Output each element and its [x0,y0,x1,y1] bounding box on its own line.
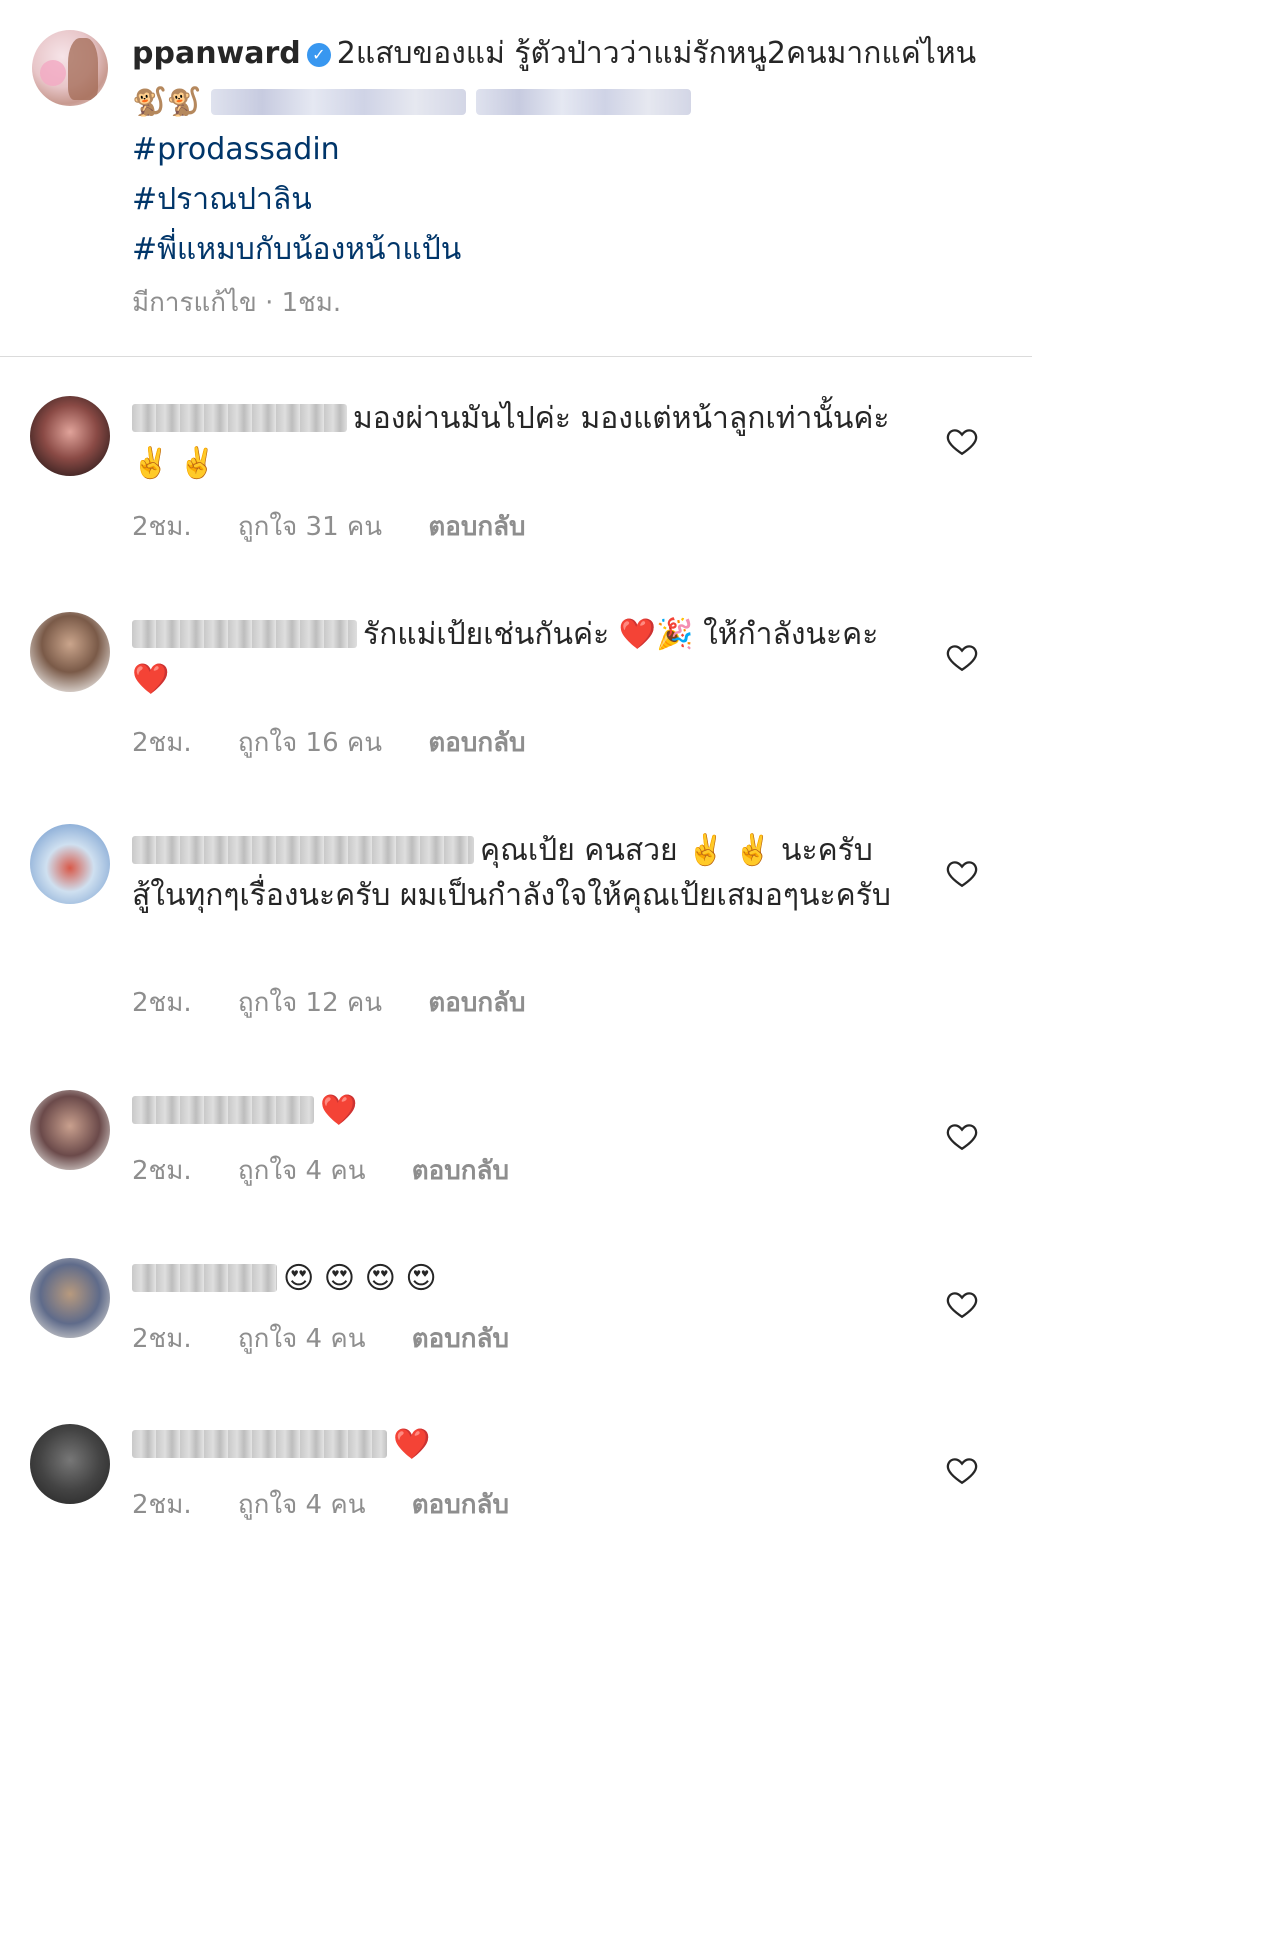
comment-emojis-end: ❤️ [132,662,170,697]
comment-content: รักแม่เป้ยเช่นกันค่ะ [363,617,610,652]
hashtag-2[interactable]: #ปราณปาลิน [132,176,992,224]
comment-time: 2ชม. [132,1324,192,1354]
blurred-mention-2 [475,89,691,115]
comment-meta: 2ชม. ถูกใจ 4 คน ตอบกลับ [132,1318,547,1359]
comment-emojis: ❤️🎉 [618,617,694,652]
comment-likes[interactable]: ถูกใจ 4 คน [238,1324,366,1354]
post-time: 1ชม. [281,288,342,318]
commenter-username[interactable] [132,1264,277,1292]
caption-text: ppanward ✓ 2แสบของแม่ รู้ตัวป่าวว่าแม่รักห… [132,30,992,274]
reply-button[interactable]: ตอบกลับ [428,728,525,758]
comment-content: คุณเป้ย คนสวย [480,833,678,868]
comment-emojis: ❤️ [393,1427,431,1462]
comment-meta: 2ชม. ถูกใจ 31 คน ตอบกลับ [132,506,564,547]
post-caption: ppanward ✓ 2แสบของแม่ รู้ตัวป่าวว่าแม่รักห… [0,0,1032,356]
commenter-avatar[interactable] [30,1424,110,1504]
reply-button[interactable]: ตอบกลับ [428,512,525,542]
comment-time: 2ชม. [132,1490,192,1520]
commenter-username[interactable] [132,836,474,864]
reply-button[interactable]: ตอบกลับ [412,1324,509,1354]
commenter-username[interactable] [132,620,357,648]
reply-button[interactable]: ตอบกลับ [412,1156,509,1186]
comment-time: 2ชม. [132,988,192,1018]
heart-outline-icon[interactable] [945,856,979,890]
comment-likes[interactable]: ถูกใจ 16 คน [238,728,382,758]
comment-meta: 2ชม. ถูกใจ 16 คน ตอบกลับ [132,722,564,763]
comment-emojis: 😍 😍 😍 😍 [283,1261,437,1296]
hashtag-3[interactable]: #พี่แหมบกับน้องหน้าแป้น [132,226,992,274]
reply-button[interactable]: ตอบกลับ [412,1490,509,1520]
poster-avatar[interactable] [32,30,108,106]
caption-line: 2แสบของแม่ รู้ตัวป่าวว่าแม่รักหนู2คนมากแ… [336,36,977,71]
comment-content: มองผ่านมันไปค่ะ มองแต่หน้าลูกเท่านั้นค่ะ [353,401,890,436]
caption-emojis: 🐒🐒 [132,85,202,118]
heart-outline-icon[interactable] [945,1453,979,1487]
reply-button[interactable]: ตอบกลับ [428,988,525,1018]
comment-likes[interactable]: ถูกใจ 4 คน [238,1156,366,1186]
commenter-username[interactable] [132,1096,314,1124]
comment-text: ❤️ [132,1088,892,1133]
comment-emojis: ❤️ [320,1093,358,1128]
comment-likes[interactable]: ถูกใจ 31 คน [238,512,382,542]
comment-text: คุณเป้ย คนสวย ✌️ ✌️ นะครับ สู้ในทุกๆเรื่… [132,828,892,918]
caption-meta: มีการแก้ไข · 1ชม. [132,288,342,318]
comment-time: 2ชม. [132,1156,192,1186]
heart-outline-icon[interactable] [945,424,979,458]
poster-username[interactable]: ppanward [132,36,301,71]
blurred-mention-1 [211,89,467,115]
comment-time: 2ชม. [132,728,192,758]
comment-text: มองผ่านมันไปค่ะ มองแต่หน้าลูกเท่านั้นค่ะ… [132,396,892,486]
divider [0,356,1032,357]
heart-outline-icon[interactable] [945,640,979,674]
commenter-username[interactable] [132,404,347,432]
comment-text: 😍 😍 😍 😍 [132,1256,892,1301]
heart-outline-icon[interactable] [945,1287,979,1321]
comment-content-2: ให้กำลังนะคะ [703,617,879,652]
hashtag-1[interactable]: #prodassadin [132,126,992,174]
comment-likes[interactable]: ถูกใจ 12 คน [238,988,382,1018]
comment-emojis: ✌️ ✌️ [132,446,217,481]
heart-outline-icon[interactable] [945,1119,979,1153]
commenter-avatar[interactable] [30,612,110,692]
comment-meta: 2ชม. ถูกใจ 4 คน ตอบกลับ [132,1150,547,1191]
comment-text: รักแม่เป้ยเช่นกันค่ะ ❤️🎉 ให้กำลังนะคะ ❤️ [132,612,892,702]
edited-label: มีการแก้ไข [132,288,257,318]
comment-emojis: ✌️ ✌️ [687,833,772,868]
commenter-avatar[interactable] [30,1090,110,1170]
commenter-avatar[interactable] [30,1258,110,1338]
comment-meta: 2ชม. ถูกใจ 4 คน ตอบกลับ [132,1484,547,1525]
comment-time: 2ชม. [132,512,192,542]
comment-text: ❤️ [132,1422,892,1467]
commenter-avatar[interactable] [30,396,110,476]
verified-badge-icon: ✓ [306,43,331,67]
commenter-avatar[interactable] [30,824,110,904]
comment-likes[interactable]: ถูกใจ 4 คน [238,1490,366,1520]
comment-meta: 2ชม. ถูกใจ 12 คน ตอบกลับ [132,982,564,1023]
commenter-username[interactable] [132,1430,387,1458]
